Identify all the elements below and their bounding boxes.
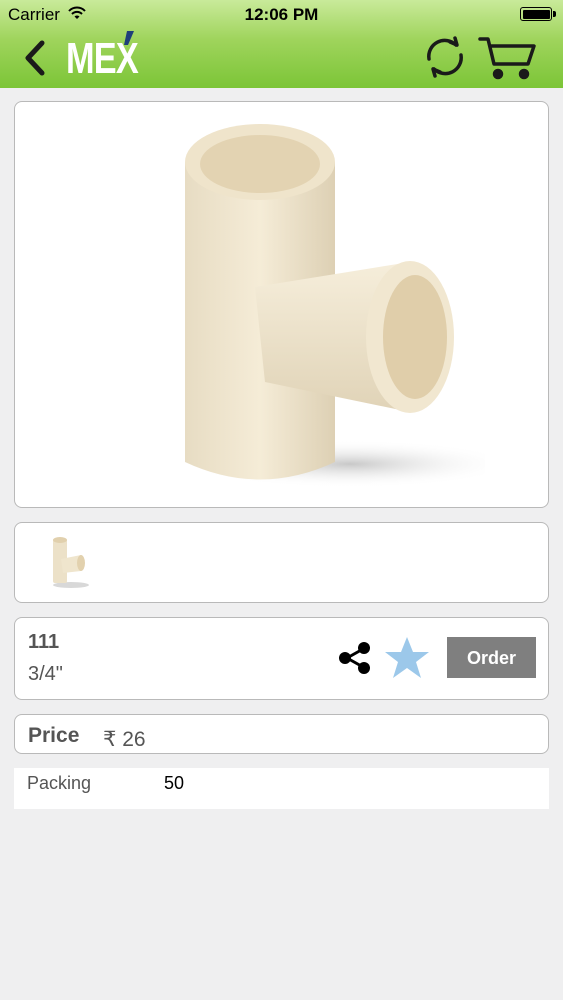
refresh-button[interactable]	[420, 32, 470, 82]
price-label: Price	[28, 724, 80, 747]
app-header: Carrier 12:06 PM MEX	[0, 0, 563, 88]
price-value: ₹ 26	[103, 728, 146, 751]
packing-label: Packing	[27, 773, 92, 793]
cart-icon	[478, 37, 536, 80]
status-bar: Carrier 12:06 PM	[0, 0, 563, 30]
chevron-left-icon	[25, 40, 45, 76]
share-button[interactable]	[335, 638, 375, 678]
thumbnail-strip	[14, 522, 549, 603]
product-info-card: 111 3/4" Order	[14, 617, 549, 700]
product-size: 3/4"	[28, 663, 63, 685]
battery-icon	[520, 7, 552, 21]
logo-accent-mark	[124, 31, 134, 45]
cart-button[interactable]	[478, 34, 538, 80]
share-icon	[339, 642, 370, 674]
packing-row: Packing 50	[14, 768, 549, 809]
order-button[interactable]: Order	[447, 637, 536, 678]
product-image-card	[14, 101, 549, 508]
packing-value: 50	[164, 773, 185, 793]
back-button[interactable]	[20, 38, 54, 78]
product-thumbnail[interactable]	[47, 535, 91, 589]
battery-nub	[553, 11, 556, 17]
price-card: Price ₹ 26	[14, 714, 549, 754]
product-image[interactable]	[165, 112, 485, 497]
status-time: 12:06 PM	[244, 5, 319, 24]
product-code: 111	[28, 631, 60, 653]
star-icon	[385, 637, 429, 678]
favorite-button[interactable]	[383, 635, 431, 681]
refresh-icon	[427, 36, 463, 78]
